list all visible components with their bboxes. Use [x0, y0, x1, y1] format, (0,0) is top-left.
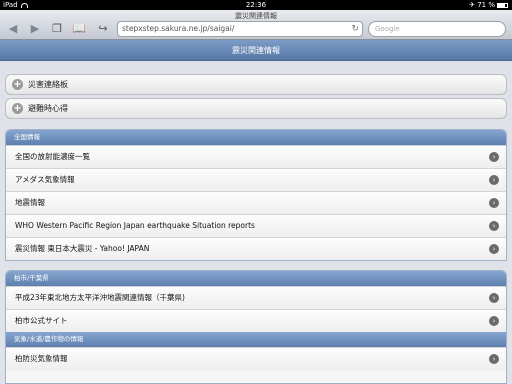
list-item[interactable]: 柏防災気象情報 ›	[6, 347, 506, 370]
url-field[interactable]: stepxstep.sakura.ne.jp/saigai/ ↻	[117, 21, 363, 37]
page-title: 震災関連情報	[0, 40, 512, 61]
back-icon[interactable]: ◀	[6, 22, 20, 36]
status-bar: iPad 22:36 ✈ 71 %	[0, 0, 512, 10]
arrow-right-icon: ›	[489, 316, 499, 326]
arrow-right-icon: ›	[489, 244, 499, 254]
arrow-right-icon: ›	[489, 198, 499, 208]
group-kashiwa-chiba: 柏市/千葉県 平成23年東北地方太平洋沖地震関連情報（千葉県) › 柏市公式サイト…	[5, 270, 507, 384]
group-header: 全国情報	[6, 130, 506, 145]
list-item[interactable]: 全国の放射能濃度一覧 ›	[6, 145, 506, 168]
search-input[interactable]: Google	[368, 21, 506, 37]
plus-icon: +	[12, 103, 23, 114]
forward-icon[interactable]: ▶	[28, 22, 42, 36]
tabs-icon[interactable]: ❐	[50, 22, 64, 36]
group-header: 柏市/千葉県	[6, 271, 506, 286]
list-item[interactable]: WHO Western Pacific Region Japan earthqu…	[6, 214, 506, 237]
group-header-weather: 気象/水道/農作物の情報	[6, 332, 506, 347]
collapsible-evacuation-tips[interactable]: + 避難時心得	[5, 98, 507, 119]
arrow-right-icon: ›	[489, 152, 499, 162]
battery-status: ✈ 71 %	[469, 0, 508, 10]
reload-icon[interactable]: ↻	[351, 22, 359, 36]
arrow-right-icon: ›	[489, 293, 499, 303]
url-text: stepxstep.sakura.ne.jp/saigai/	[122, 24, 235, 33]
arrow-right-icon: ›	[489, 354, 499, 364]
collapsible-disaster-board[interactable]: + 災害連絡板	[5, 74, 507, 95]
arrow-right-icon: ›	[489, 175, 499, 185]
share-icon[interactable]: ↪	[96, 22, 110, 36]
list-item[interactable]: 震災情報 東日本大震災 - Yahoo! JAPAN ›	[6, 237, 506, 260]
browser-page-title: 震災関連情報	[235, 12, 277, 20]
collapsible-label: 災害連絡板	[28, 80, 68, 89]
list-item[interactable]: 平成23年東北地方太平洋沖地震関連情報（千葉県) ›	[6, 286, 506, 309]
battery-icon	[497, 2, 508, 8]
arrow-right-icon: ›	[489, 221, 499, 231]
list-item[interactable]: 地震情報 ›	[6, 191, 506, 214]
browser-toolbar: 震災関連情報 ◀ ▶ ❐ 📖 ↪ stepxstep.sakura.ne.jp/…	[0, 10, 512, 40]
page-content: + 災害連絡板 + 避難時心得 全国情報 全国の放射能濃度一覧 › アメダス気象情…	[0, 61, 512, 384]
group-national: 全国情報 全国の放射能濃度一覧 › アメダス気象情報 › 地震情報 › WHO Wes…	[5, 129, 507, 261]
collapsible-label: 避難時心得	[28, 104, 68, 113]
plus-icon: +	[12, 79, 23, 90]
list-item[interactable]: 柏市公式サイト ›	[6, 309, 506, 332]
list-item[interactable]: アメダス気象情報 ›	[6, 168, 506, 191]
bookmarks-icon[interactable]: 📖	[72, 22, 86, 36]
clock: 22:36	[245, 1, 267, 9]
